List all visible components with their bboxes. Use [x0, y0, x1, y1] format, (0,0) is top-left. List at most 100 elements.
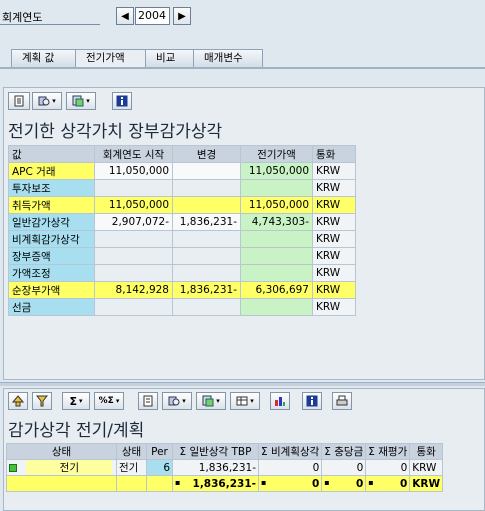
detail-button[interactable] [138, 392, 158, 410]
export-dropdown-button[interactable]: ▾ [66, 92, 96, 110]
revaluation-cell: 0 [365, 459, 411, 476]
dropdown-arrow-icon: ▾ [115, 397, 120, 405]
row-label: 일반감가상각 [8, 213, 95, 231]
layout-grid-icon [236, 396, 248, 406]
fy-start-cell: 11,050,000 [94, 162, 173, 180]
tab-strip-border [0, 67, 485, 69]
fiscal-year-input[interactable]: 2004 [135, 7, 170, 25]
tab-compare[interactable]: 비교 [145, 49, 195, 67]
table-row: 취득가액 11,050,000 11,050,000 KRW [8, 196, 356, 214]
table-row: APC 거래 11,050,000 11,050,000 KRW [8, 162, 356, 180]
info-icon [306, 395, 318, 407]
fy-start-cell [94, 230, 173, 248]
document-icon [143, 395, 153, 407]
tab-planned-values[interactable]: 계획 값 [11, 49, 77, 67]
total-ordinary-cell: ▪ 1,836,231- [172, 475, 259, 492]
total-empty-cell [116, 475, 147, 492]
column-header-unplanned: Σ 비계획상각 [257, 443, 323, 460]
info-button[interactable] [302, 392, 322, 410]
status2-cell: 전기 [116, 459, 147, 476]
layout-dropdown-button[interactable]: ▾ [230, 392, 260, 410]
total-unplanned-cell: ▪ 0 [257, 475, 323, 492]
change-cell [172, 264, 241, 282]
change-cell [172, 230, 241, 248]
export-dropdown-button[interactable]: ▾ [196, 392, 226, 410]
panel-splitter[interactable] [0, 382, 485, 386]
total-currency-cell: KRW [409, 475, 444, 492]
tab-posted-values[interactable]: 전기가액 [75, 49, 147, 68]
lower-section-title: 감가상각 전기/계획 [8, 421, 145, 441]
graphic-button[interactable] [270, 392, 290, 410]
row-label: 투자보조 [8, 179, 95, 197]
label-underline [0, 24, 100, 25]
posted-cell: 4,743,303- [240, 213, 313, 231]
document-icon [14, 95, 24, 107]
fy-start-cell [94, 179, 173, 197]
prev-year-button[interactable]: ◀ [116, 7, 134, 25]
info-icon [116, 95, 128, 107]
currency-cell: KRW [312, 230, 356, 248]
column-header-status: 상태 [116, 443, 147, 460]
sort-ascending-button[interactable] [8, 392, 28, 410]
status-text: 전기 [26, 460, 113, 475]
total-marker: ▪ [368, 477, 374, 487]
change-cell: 1,836,231- [172, 281, 241, 299]
change-cell: 1,836,231- [172, 213, 241, 231]
sum-icon: Σ [69, 394, 77, 408]
export-icon [202, 395, 214, 407]
table-row: 일반감가상각 2,907,072- 1,836,231- 4,743,303- … [8, 213, 356, 231]
status-cell: 전기 [6, 459, 117, 476]
table-row[interactable]: 전기 전기 6 1,836,231- 0 0 0 KRW [6, 459, 444, 476]
column-header-posted: 전기가액 [240, 145, 313, 163]
row-label: APC 거래 [8, 162, 95, 180]
row-label: 비계획감가상각 [8, 230, 95, 248]
dropdown-arrow-icon: ▾ [250, 397, 254, 405]
column-header-fy-start: 회계연도 시작 [94, 145, 173, 163]
total-reserve-value: 0 [355, 477, 364, 490]
period-cell: 6 [146, 459, 173, 476]
currency-cell: KRW [312, 298, 356, 316]
dropdown-arrow-icon: ▾ [79, 397, 83, 405]
total-row: ▪ 1,836,231- ▪ 0 ▪ 0 ▪ 0 KRW [6, 475, 444, 492]
info-button[interactable] [112, 92, 132, 110]
column-header-currency: 통화 [409, 443, 444, 460]
change-cell [172, 162, 241, 180]
upper-section-title: 전기한 상각가치 장부감가상각 [8, 122, 223, 142]
currency-cell: KRW [312, 162, 356, 180]
total-reserve-cell: ▪ 0 [321, 475, 367, 492]
total-marker: ▪ [324, 477, 330, 487]
sum-dropdown-button[interactable]: Σ ▾ [62, 392, 90, 410]
depreciation-table: 상태 상태 Per Σ 일반상각 TBP Σ 비계획상각 Σ 충당금 Σ 재평가… [6, 443, 444, 492]
change-cell [172, 247, 241, 265]
fy-start-cell [94, 298, 173, 316]
fy-start-cell [94, 247, 173, 265]
sort-up-icon [12, 395, 24, 407]
tab-parameters[interactable]: 매개변수 [193, 49, 263, 67]
total-label-cell [6, 475, 117, 492]
detail-button[interactable] [8, 92, 30, 110]
filter-button[interactable] [32, 392, 52, 410]
fiscal-year-label: 회계연도 [2, 11, 43, 24]
table-header-row: 상태 상태 Per Σ 일반상각 TBP Σ 비계획상각 Σ 충당금 Σ 재평가… [6, 443, 444, 460]
dropdown-arrow-icon: ▾ [216, 397, 220, 405]
posted-values-panel: ▾ ▾ 전기한 상각가치 장부감가상각 값 회계연도 시작 변경 전기가액 통화… [3, 87, 485, 380]
print-button[interactable] [332, 392, 352, 410]
views-dropdown-button[interactable]: ▾ [32, 92, 62, 110]
next-year-button[interactable]: ▶ [173, 7, 191, 25]
table-header-row: 값 회계연도 시작 변경 전기가액 통화 [8, 145, 356, 163]
total-ordinary-value: 1,836,231- [192, 477, 256, 490]
total-unplanned-value: 0 [311, 477, 320, 490]
table-row: 선금 KRW [8, 298, 356, 316]
row-label: 순장부가액 [8, 281, 95, 299]
posted-values-table: 값 회계연도 시작 변경 전기가액 통화 APC 거래 11,050,000 1… [8, 145, 356, 316]
views-icon [168, 396, 180, 406]
table-row: 장부증액 KRW [8, 247, 356, 265]
subtotal-dropdown-button[interactable]: %Σ ▾ [94, 392, 124, 410]
depreciation-panel: Σ ▾ %Σ ▾ ▾ ▾ ▾ 감가상각 전기/계획 상태 상태 Per Σ 일반… [3, 388, 485, 511]
posted-cell [240, 247, 313, 265]
column-header-status-icon: 상태 [6, 443, 117, 460]
views-dropdown-button[interactable]: ▾ [162, 392, 192, 410]
posted-cell [240, 179, 313, 197]
posted-cell: 11,050,000 [240, 162, 313, 180]
printer-icon [336, 395, 348, 406]
